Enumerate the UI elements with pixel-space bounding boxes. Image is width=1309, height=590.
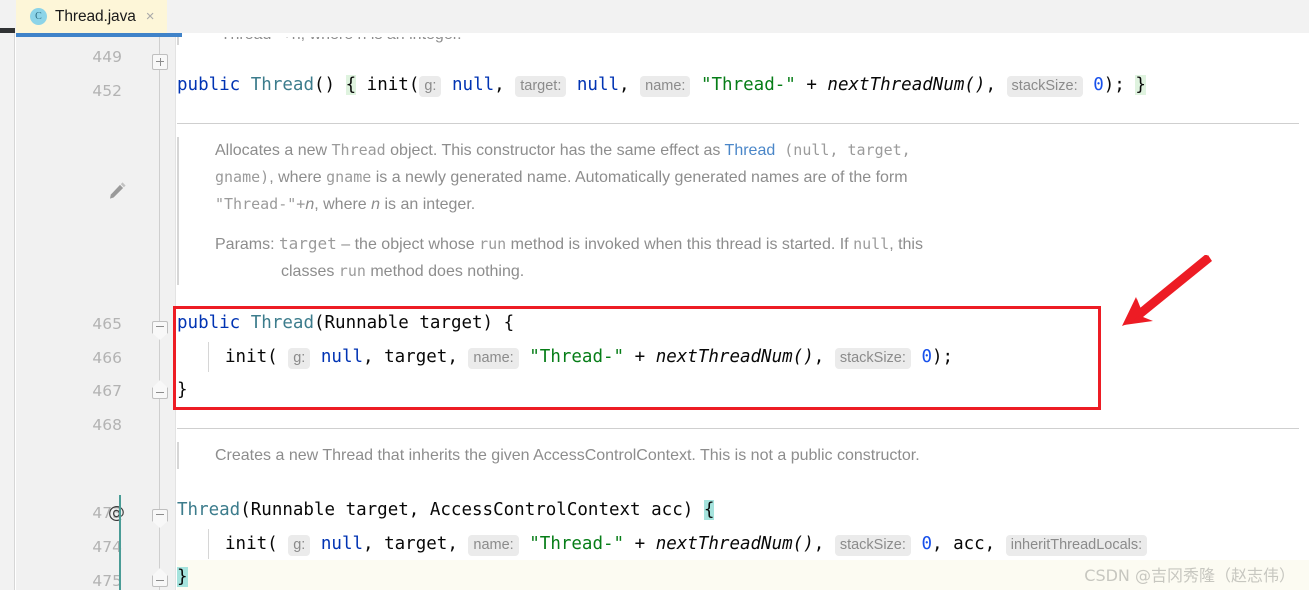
param-name-target: target — [279, 234, 337, 253]
code-line-467[interactable]: } — [177, 380, 188, 400]
javadoc-line-3: "Thread-"+n, where n is an integer. — [215, 195, 476, 213]
tab-thread-java[interactable]: C Thread.java × — [16, 0, 167, 33]
indent-guide-474 — [208, 529, 209, 559]
fold-rail-line — [159, 37, 160, 590]
code-line-475[interactable]: } — [177, 567, 188, 587]
close-brace: } — [1135, 75, 1146, 95]
annotation-gutter-icon[interactable]: @ — [108, 505, 125, 522]
code-line-473[interactable]: Thread(Runnable target, AccessControlCon… — [177, 500, 715, 520]
fold-collapse-icon-end-2[interactable] — [152, 568, 168, 587]
vcs-change-marker[interactable] — [119, 495, 121, 590]
indent-guide-466 — [208, 342, 209, 372]
javadoc-line-1: Allocates a new Thread object. This cons… — [215, 141, 911, 159]
string-literal-474: "Thread-" — [529, 534, 625, 554]
line-number[interactable]: 467 — [92, 383, 122, 400]
param-hint-target: target: — [515, 76, 567, 97]
fold-collapse-icon-end[interactable] — [152, 380, 168, 399]
doc-clipped-line: "Thread-"+n, where n is an integer. — [215, 37, 462, 44]
line-number[interactable]: 452 — [92, 83, 122, 100]
init-call-474: init( — [225, 534, 278, 554]
close-brace-467: } — [177, 380, 188, 400]
param-hint-inherit-thread-locals: inheritThreadLocals: — [1005, 535, 1148, 556]
method-call-next-thread-num-474: nextThreadNum() — [655, 534, 814, 554]
code-line-466[interactable]: init( g: null, target, name: "Thread-" +… — [225, 347, 953, 369]
param-hint-stacksize-466: stackSize: — [834, 348, 911, 369]
annotation-arrow-icon — [1122, 255, 1212, 326]
javadoc-block-1: Allocates a new Thread object. This cons… — [177, 137, 1177, 285]
code-line-474[interactable]: init( g: null, target, name: "Thread-" +… — [225, 534, 1148, 556]
number-zero-474: 0 — [921, 534, 932, 554]
method-call-next-thread-num: nextThreadNum() — [827, 75, 986, 95]
ide-editor-window: C Thread.java × 449 452 465 466 467 468 … — [0, 0, 1309, 590]
javadoc-params-line-2: classes run method does nothing. — [281, 262, 525, 280]
javadoc-params-line-1: Params: target – the object whose run me… — [215, 234, 923, 253]
code-line-465[interactable]: public Thread(Runnable target) { — [177, 313, 515, 333]
javadoc-block-2: Creates a new Thread that inherits the g… — [177, 442, 1217, 469]
keyword-public-465: public — [177, 313, 241, 333]
init-call: init( — [356, 75, 420, 95]
tab-label: Thread.java — [55, 7, 136, 25]
left-edge-strip — [0, 33, 15, 590]
signature-465: (Runnable target) { — [313, 313, 515, 333]
line-number[interactable]: 466 — [92, 350, 122, 367]
code-line-449[interactable]: public Thread() { init(g: null, target: … — [177, 75, 1146, 97]
fold-collapse-icon-start[interactable] — [152, 321, 168, 340]
param-hint-stacksize: stackSize: — [1006, 76, 1083, 97]
javadoc-link-thread[interactable]: Thread — [725, 142, 776, 159]
doc-separator-1 — [177, 123, 1299, 124]
param-hint-g-474: g: — [288, 535, 311, 556]
number-zero-466: 0 — [921, 347, 932, 367]
literal-null: null — [452, 75, 495, 95]
keyword-public: public — [177, 75, 241, 95]
fold-collapse-icon-start-2[interactable] — [152, 509, 168, 528]
line-number[interactable]: 465 — [92, 316, 122, 333]
param-hint-name-474: name: — [468, 535, 519, 556]
line-number[interactable]: 474 — [92, 539, 122, 556]
code-folding-rail — [144, 37, 176, 590]
close-brace-475: } — [177, 567, 188, 587]
javadoc-line-2: gname), where gname is a newly generated… — [215, 168, 908, 186]
param-hint-g: g: — [419, 76, 442, 97]
param-hint-name: name: — [640, 76, 691, 97]
java-class-icon: C — [30, 8, 47, 25]
parens: () — [313, 75, 346, 95]
open-brace-473: { — [703, 500, 715, 520]
param-hint-stacksize-474: stackSize: — [834, 535, 911, 556]
literal-null-466: null — [320, 347, 364, 367]
param-hint-g-466: g: — [288, 348, 311, 369]
fold-expand-icon[interactable] — [152, 54, 168, 70]
javadoc-line-single: Creates a new Thread that inherits the g… — [215, 447, 920, 464]
line-number-gutter: 449 452 465 466 467 468 473 474 475 @ — [16, 37, 144, 590]
scrolled-doc-text-clipped: "Thread-"+n, where n is an integer. — [177, 37, 1309, 55]
line-number[interactable]: 468 — [92, 417, 122, 434]
line-number[interactable]: 475 — [92, 573, 122, 590]
method-call-next-thread-num-466: nextThreadNum() — [655, 347, 814, 367]
param-hint-name-466: name: — [468, 348, 519, 369]
watermark-text: CSDN @吉冈秀隆（赵志伟） — [1084, 566, 1295, 585]
editor-tab-bar: C Thread.java × — [0, 0, 1309, 33]
signature-473: (Runnable target, AccessControlContext a… — [240, 500, 704, 520]
string-literal-466: "Thread-" — [529, 347, 625, 367]
number-zero: 0 — [1093, 75, 1104, 95]
type-thread: Thread — [250, 75, 314, 95]
literal-null-474: null — [320, 534, 364, 554]
close-icon[interactable]: × — [146, 9, 155, 24]
pencil-icon[interactable] — [108, 180, 128, 200]
string-literal: "Thread-" — [700, 75, 796, 95]
line-number[interactable]: 449 — [92, 49, 122, 66]
open-brace: { — [345, 75, 357, 95]
init-call-466: init( — [225, 347, 278, 367]
left-edge-dark-notch — [0, 28, 15, 33]
doc-separator-2 — [177, 428, 1299, 429]
literal-null-2: null — [576, 75, 620, 95]
type-thread-473: Thread — [177, 500, 241, 520]
type-thread-465: Thread — [250, 313, 314, 333]
